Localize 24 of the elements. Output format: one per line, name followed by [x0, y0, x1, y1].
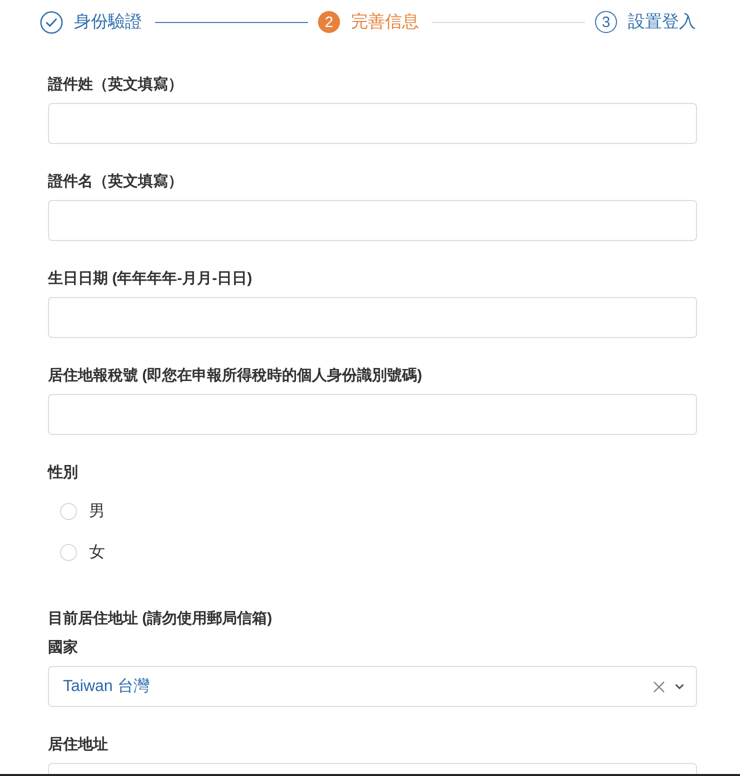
step-label: 身份驗證	[74, 11, 142, 33]
step-label: 完善信息	[351, 11, 419, 33]
section-heading: 目前居住地址 (請勿使用郵局信箱)	[48, 609, 272, 629]
radio-button[interactable]	[60, 544, 77, 561]
input-field[interactable]	[48, 200, 697, 241]
chevron-down-icon[interactable]	[675, 684, 684, 690]
field-label: 居住地報稅號 (即您在申報所得稅時的個人身份識別號碼)	[48, 366, 422, 386]
step-number: 2	[318, 11, 340, 33]
input-field[interactable]	[48, 103, 697, 144]
field-label: 證件名（英文填寫）	[48, 172, 183, 192]
field-label: 性別	[48, 463, 78, 483]
field-label: 國家	[48, 638, 78, 658]
radio-label[interactable]: 女	[89, 542, 105, 563]
step-number: 3	[595, 11, 617, 33]
field-label: 證件姓（英文填寫）	[48, 75, 183, 95]
step-label: 設置登入	[628, 11, 696, 33]
input-field[interactable]	[48, 297, 697, 338]
clear-icon[interactable]	[653, 680, 665, 692]
field-label: 居住地址	[48, 735, 108, 755]
input-field[interactable]	[48, 394, 697, 435]
country-select[interactable]: Taiwan 台灣	[48, 666, 697, 707]
radio-button[interactable]	[60, 503, 77, 520]
radio-label[interactable]: 男	[89, 501, 105, 522]
field-label: 生日日期 (年年年年-月月-日日)	[48, 269, 252, 289]
